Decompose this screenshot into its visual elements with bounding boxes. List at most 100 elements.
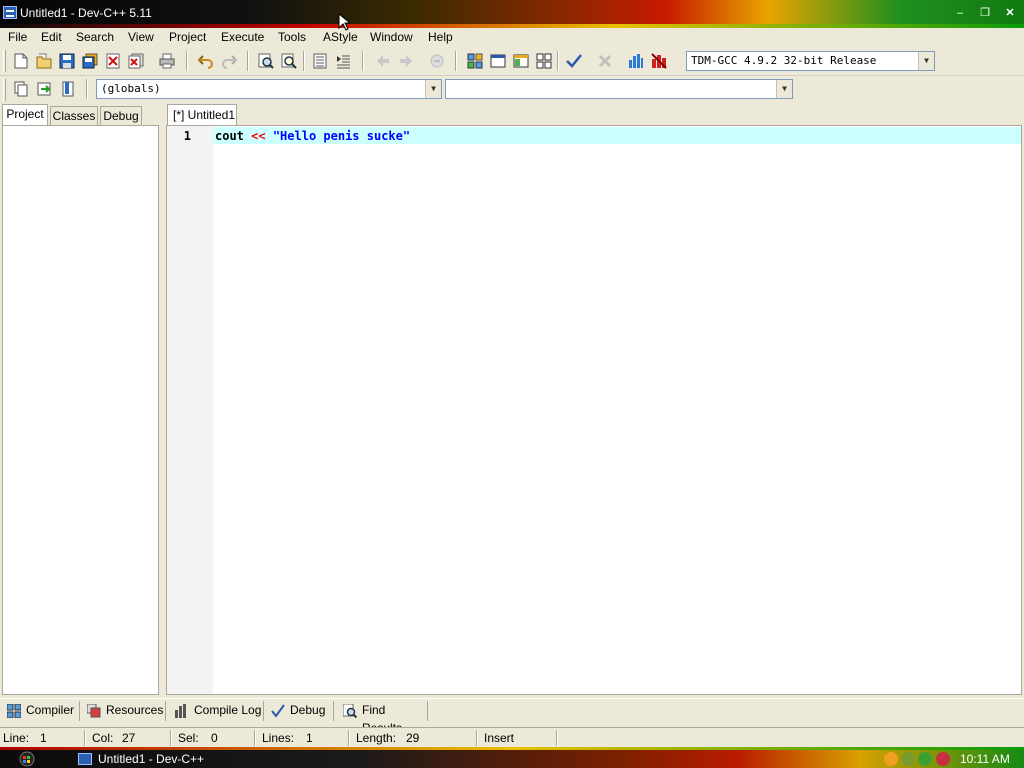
tab-project[interactable]: Project (2, 104, 48, 126)
start-button[interactable] (14, 750, 40, 768)
status-divider (556, 730, 558, 746)
menu-help[interactable]: Help (427, 29, 454, 45)
tab-debug[interactable]: Debug (100, 106, 142, 126)
clock[interactable]: 10:11 AM (960, 751, 1010, 767)
code-keyword: cout (215, 129, 244, 143)
menu-window[interactable]: Window (369, 29, 414, 45)
menu-search[interactable]: Search (75, 29, 115, 45)
chevron-down-icon[interactable]: ▼ (918, 52, 934, 70)
toolbar-separator (362, 51, 364, 71)
status-divider (254, 730, 256, 746)
search-tray-icon[interactable] (884, 752, 898, 766)
project-browser[interactable] (2, 125, 159, 695)
compiler-select[interactable]: TDM-GCC 4.9.2 32-bit Release ▼ (686, 51, 935, 71)
toolbar-separator (557, 51, 559, 71)
close-file-icon[interactable] (103, 51, 123, 71)
code-operator: << (251, 129, 266, 143)
app-icon[interactable] (3, 6, 17, 19)
menu-execute[interactable]: Execute (220, 29, 265, 45)
tab-compile-log[interactable]: Compile Log (170, 701, 264, 721)
new-class-icon[interactable] (11, 79, 31, 99)
status-sel-label: Sel: (178, 731, 199, 745)
indent-icon[interactable] (310, 51, 330, 71)
tab-compiler-label: Compiler (26, 703, 75, 717)
tab-find-results[interactable]: Find Results (338, 701, 428, 735)
taskbar-item-devcpp[interactable]: Untitled1 - Dev-C++ (78, 750, 258, 768)
menu-edit[interactable]: Edit (40, 29, 63, 45)
update-tray-icon[interactable] (918, 752, 932, 766)
tab-classes[interactable]: Classes (50, 106, 98, 126)
print-icon[interactable] (157, 51, 177, 71)
undo-icon[interactable] (196, 51, 216, 71)
chevron-down-icon[interactable]: ▼ (425, 80, 441, 98)
function-select[interactable]: ▼ (445, 79, 793, 99)
line-gutter: 1 (167, 126, 213, 694)
window-title: Untitled1 - Dev-C++ 5.11 (20, 6, 152, 20)
menu-project[interactable]: Project (168, 29, 207, 45)
dev-cpp-window: Untitled1 - Dev-C++ 5.11 – ❐ ✕ File Edit… (0, 0, 1024, 768)
secondary-toolbar: (globals) ▼ ▼ (0, 77, 800, 103)
menu-view[interactable]: View (127, 29, 155, 45)
menu-bar: File Edit Search View Project Execute To… (0, 28, 1024, 46)
shield-tray-icon[interactable] (936, 752, 950, 766)
editor-tab-untitled1[interactable]: [*] Untitled1 (167, 104, 237, 125)
compiler-select-value: TDM-GCC 4.9.2 32-bit Release (691, 54, 877, 67)
code-editor[interactable]: 1 cout << "Hello penis sucke" (166, 125, 1022, 695)
code-line[interactable]: cout << "Hello penis sucke" (215, 128, 410, 144)
stop-icon[interactable] (427, 51, 447, 71)
tab-debug-output-label: Debug (290, 703, 326, 717)
minimize-button[interactable]: – (954, 8, 966, 19)
find-icon[interactable] (256, 51, 276, 71)
goto-declaration-icon[interactable] (35, 79, 55, 99)
status-lines-label: Lines: (262, 731, 295, 745)
open-file-icon[interactable] (34, 51, 54, 71)
redo-icon[interactable] (219, 51, 239, 71)
status-divider (170, 730, 172, 746)
title-bar[interactable]: Untitled1 - Dev-C++ 5.11 – ❐ ✕ (0, 0, 1024, 28)
bookmark-icon[interactable] (58, 79, 78, 99)
unindent-icon[interactable] (333, 51, 353, 71)
menu-tools[interactable]: Tools (277, 29, 307, 45)
scope-select[interactable]: (globals) ▼ (96, 79, 442, 99)
new-file-icon[interactable] (11, 51, 31, 71)
save-all-icon[interactable] (80, 51, 100, 71)
fullscreen-icon[interactable] (488, 51, 508, 71)
devcpp-icon (78, 753, 92, 765)
taskbar-item-label: Untitled1 - Dev-C++ (98, 752, 205, 766)
check-syntax-icon[interactable] (564, 51, 584, 71)
bottom-panel-tabs: Compiler Resources Compile Log Debug Fin… (0, 698, 1024, 735)
save-icon[interactable] (57, 51, 77, 71)
maximize-button[interactable]: ❐ (979, 8, 991, 19)
status-divider (84, 730, 86, 746)
chevron-down-icon[interactable]: ▼ (776, 80, 792, 98)
tab-resources-label: Resources (106, 703, 164, 717)
chart-icon[interactable] (626, 51, 646, 71)
toggle-panel-icon[interactable] (511, 51, 531, 71)
menu-file[interactable]: File (7, 29, 28, 45)
stop-execution-icon[interactable] (595, 51, 615, 71)
mouse-cursor-icon (338, 12, 352, 34)
tab-resources[interactable]: Resources (82, 701, 166, 721)
close-button[interactable]: ✕ (1004, 8, 1016, 19)
status-bar: Line: 1 Col: 27 Sel: 0 Lines: 1 Length: … (0, 727, 1024, 747)
tile-icon[interactable] (534, 51, 554, 71)
network-tray-icon[interactable] (901, 752, 915, 766)
debug-check-icon (270, 703, 286, 719)
status-sel-value: 0 (211, 731, 218, 745)
toolbar-separator (247, 51, 249, 71)
left-panel-tabs: Project Classes Debug (0, 104, 162, 126)
tab-compiler[interactable]: Compiler (2, 701, 80, 721)
profile-icon[interactable] (649, 51, 669, 71)
forward-icon[interactable] (396, 51, 416, 71)
toolbar-grip[interactable] (3, 79, 6, 101)
status-insert-mode: Insert (484, 731, 515, 745)
toolbar-grip[interactable] (3, 50, 6, 72)
back-icon[interactable] (373, 51, 393, 71)
taskbar: Untitled1 - Dev-C++ 10:11 AM (0, 747, 1024, 768)
replace-icon[interactable] (279, 51, 299, 71)
close-all-icon[interactable] (126, 51, 146, 71)
project-view-icon[interactable] (465, 51, 485, 71)
line-number: 1 (183, 129, 191, 143)
main-toolbar: TDM-GCC 4.9.2 32-bit Release ▼ (0, 46, 1024, 76)
tab-debug-output[interactable]: Debug (266, 701, 334, 721)
